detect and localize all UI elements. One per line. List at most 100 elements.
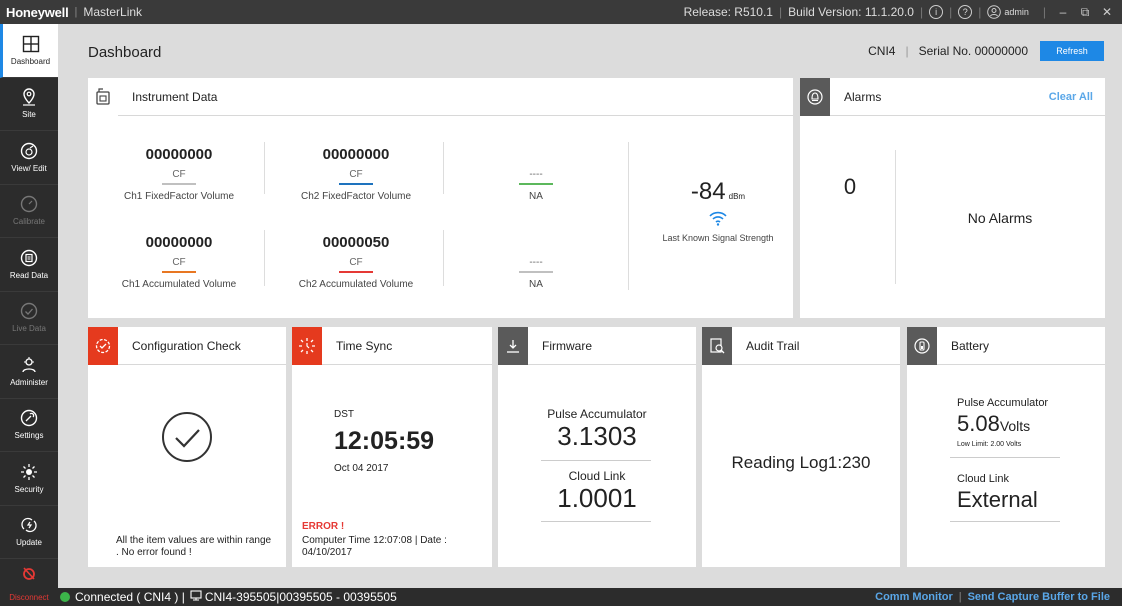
time-sync-icon	[292, 326, 322, 365]
audit-icon	[702, 326, 732, 365]
na-cell-top: ---- NA	[451, 146, 621, 202]
info-icon[interactable]: i	[929, 5, 944, 19]
sidebar-item-live-data[interactable]: Live Data	[0, 292, 58, 345]
battery-pulse-label: Pulse Accumulator	[957, 397, 1049, 409]
view-edit-icon	[20, 142, 38, 160]
main-content: Dashboard CNI4 | Serial No. 00000000 Ref…	[58, 24, 1122, 588]
sidebar-item-dashboard[interactable]: Dashboard	[0, 24, 58, 78]
sidebar-item-settings[interactable]: Settings	[0, 399, 58, 452]
instrument-data-card: Instrument Data 00000000 CF Ch1 FixedFac…	[88, 77, 793, 318]
ch2-accumulated-volume: 00000050 CF Ch2 Accumulated Volume	[298, 234, 414, 290]
ch1-fixed-factor-volume: 00000000 CF Ch1 FixedFactor Volume	[123, 146, 235, 202]
security-icon	[20, 463, 38, 481]
configuration-gear-icon	[88, 326, 118, 365]
configuration-check-card: Configuration Check All the item values …	[88, 326, 286, 567]
restore-button[interactable]: ⧉	[1074, 5, 1096, 20]
firmware-cloud-label: Cloud Link	[568, 469, 626, 483]
battery-title: Battery	[951, 338, 990, 353]
alarm-icon	[800, 77, 830, 116]
signal-label: Last Known Signal Strength	[662, 233, 774, 243]
serial-number: Serial No. 00000000	[918, 44, 1028, 58]
battery-volts-value: 5.08	[957, 411, 1000, 436]
calibrate-icon	[20, 195, 38, 213]
reading-log: Reading Log1:230	[731, 453, 871, 472]
device-info: CNI4-395505|00395505 - 00395505	[204, 590, 397, 604]
ch1-accum-bar	[162, 271, 196, 273]
firmware-cloud-value: 1.0001	[557, 483, 637, 513]
device-monitor-icon	[190, 590, 202, 604]
refresh-button[interactable]: Refresh	[1040, 41, 1104, 61]
alarm-status: No Alarms	[967, 210, 1033, 226]
error-label: ERROR !	[302, 521, 345, 532]
device-date: Oct 04 2017	[334, 463, 389, 474]
connected-status-icon	[60, 592, 70, 602]
ch2-fixed-bar	[339, 183, 373, 185]
sidebar-item-update[interactable]: Update	[0, 506, 58, 559]
minimize-button[interactable]: –	[1052, 5, 1074, 19]
close-button[interactable]: ✕	[1096, 5, 1118, 19]
sidebar-item-administer[interactable]: Administer	[0, 345, 58, 399]
dashboard-icon	[22, 35, 40, 53]
battery-cloud-value: External	[957, 487, 1038, 512]
clear-all-link[interactable]: Clear All	[1049, 91, 1093, 103]
sidebar-item-site[interactable]: Site	[0, 78, 58, 131]
battery-low-limit: Low Limit: 2.00 Volts	[957, 441, 1022, 448]
sidebar-item-view-edit[interactable]: View/ Edit	[0, 131, 58, 185]
sidebar-item-security[interactable]: Security	[0, 452, 58, 506]
firmware-pulse-label: Pulse Accumulator	[547, 407, 647, 421]
time-sync-card: Time Sync DST 12:05:59 Oct 04 2017 ERROR…	[292, 326, 492, 567]
status-bar: Disconnect Connected ( CNI4 ) | CNI4-395…	[0, 588, 1122, 606]
firmware-card: Firmware Pulse Accumulator 3.1303 Cloud …	[498, 326, 696, 567]
sidebar-item-read-data[interactable]: Read Data	[0, 238, 58, 292]
device-time: 12:05:59	[334, 427, 435, 455]
firmware-title: Firmware	[542, 338, 592, 353]
battery-icon	[907, 326, 937, 365]
audit-trail-title: Audit Trail	[746, 338, 800, 353]
alarms-title: Alarms	[844, 89, 882, 104]
title-bar: Honeywell | MasterLink Release: R510.1 |…	[0, 0, 1122, 24]
ch1-fixed-bar	[162, 183, 196, 185]
live-data-icon	[20, 302, 38, 320]
firmware-pulse-value: 3.1303	[557, 421, 637, 451]
audit-trail-card: Audit Trail Reading Log1:230	[702, 326, 900, 567]
na-top-bar	[519, 183, 553, 185]
disconnect-button[interactable]	[0, 560, 58, 588]
sidebar-item-calibrate[interactable]: Calibrate	[0, 185, 58, 238]
read-data-icon	[20, 249, 38, 267]
administer-icon	[20, 356, 38, 374]
configuration-check-title: Configuration Check	[132, 338, 241, 353]
ch2-accum-bar	[339, 271, 373, 273]
alarm-count: 0	[843, 174, 857, 199]
instrument-data-title: Instrument Data	[132, 89, 218, 104]
settings-icon	[20, 409, 38, 427]
wifi-icon	[643, 210, 793, 229]
page-title: Dashboard	[88, 44, 162, 61]
configuration-message: All the item values are within range . N…	[116, 535, 272, 558]
dst-label: DST	[334, 409, 354, 420]
send-capture-buffer-link[interactable]: Send Capture Buffer to File	[968, 591, 1110, 603]
time-sync-title: Time Sync	[336, 338, 393, 353]
battery-card: Battery Pulse Accumulator 5.08Volts Low …	[907, 326, 1105, 567]
build-version-label: Build Version: 11.1.20.0	[788, 5, 914, 19]
user-menu[interactable]: admin	[987, 5, 1029, 19]
location-pin-icon	[20, 88, 38, 106]
signal-strength: -84 dBm Last Known Signal Strength	[643, 178, 793, 243]
disconnect-icon	[21, 566, 37, 583]
brand-logo: Honeywell	[6, 4, 69, 20]
battery-volts-unit: Volts	[999, 418, 1031, 434]
user-name: admin	[1004, 7, 1029, 17]
na-cell-bottom: ---- NA	[451, 234, 621, 290]
signal-value: -84	[690, 178, 726, 205]
ch2-fixed-factor-volume: 00000000 CF Ch2 FixedFactor Volume	[300, 146, 412, 202]
download-icon	[498, 326, 528, 365]
comm-monitor-link[interactable]: Comm Monitor	[875, 591, 953, 603]
instrument-icon	[88, 77, 118, 116]
help-icon[interactable]: ?	[958, 5, 973, 19]
computer-time: Computer Time 12:07:08 | Date : 04/10/20…	[302, 535, 447, 558]
app-name: MasterLink	[83, 5, 143, 19]
release-label: Release: R510.1	[683, 5, 773, 19]
signal-unit: dBm	[728, 192, 746, 201]
na-bottom-bar	[519, 271, 553, 273]
update-icon	[20, 516, 38, 534]
disconnect-label[interactable]: Disconnect	[0, 593, 58, 602]
